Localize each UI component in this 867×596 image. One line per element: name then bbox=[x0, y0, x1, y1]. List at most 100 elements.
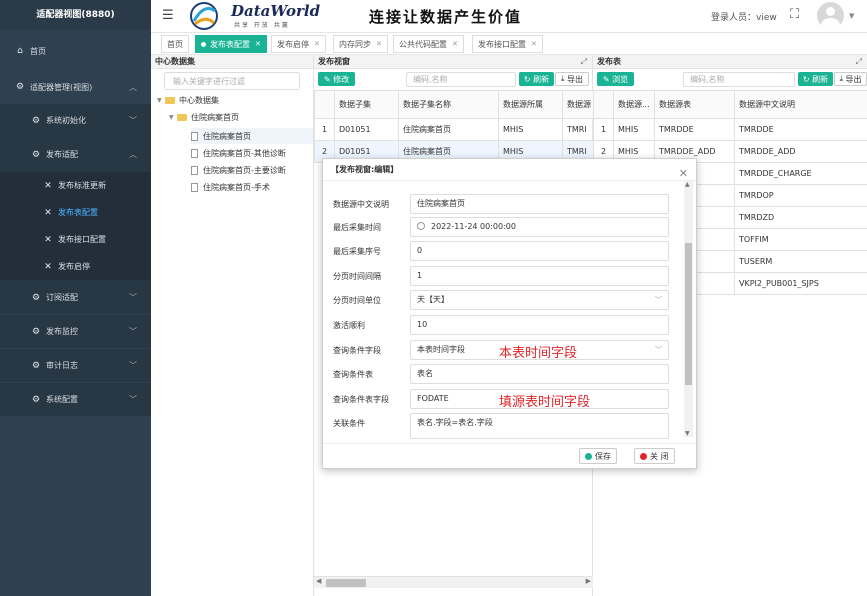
close-circle-icon bbox=[640, 452, 647, 460]
browse-icon: ✎ bbox=[602, 74, 613, 84]
annotation-table-time-field: 本表时间字段 bbox=[499, 346, 578, 361]
edit-dialog: 【发布视窗:编辑】 ✕ 数据源中文说明 住院病案首页 最后采集时间 2022-11… bbox=[322, 158, 697, 469]
tab-home[interactable]: 首页 bbox=[161, 35, 189, 53]
sidebar-item-publish-monitor[interactable]: ⚙ 发布监控 ﹀ bbox=[0, 315, 151, 348]
wrench-icon: ✕ bbox=[44, 234, 52, 245]
tab-publish-api-config[interactable]: 发布接口配置 ✕ bbox=[472, 35, 543, 53]
close-icon[interactable]: ✕ bbox=[314, 40, 320, 48]
close-icon[interactable]: ✕ bbox=[376, 40, 382, 48]
vertical-scrollbar[interactable]: ▲ ▼ bbox=[684, 181, 693, 437]
menu-toggle-icon[interactable]: ☰ bbox=[162, 8, 174, 23]
sidebar-item-publish-std-update[interactable]: ✕ 发布标准更新 bbox=[0, 172, 151, 199]
tab-memory-sync[interactable]: 内存同步 ✕ bbox=[333, 35, 388, 53]
panel-title: 中心数据集 bbox=[151, 55, 313, 69]
sidebar-item-publish-adapt[interactable]: ⚙ 发布适配 ︿ bbox=[0, 138, 151, 171]
export-button[interactable]: ⤓ 导出 bbox=[555, 72, 589, 86]
last-collect-seq-input[interactable]: 0 bbox=[410, 241, 669, 261]
close-icon[interactable]: ✕ bbox=[531, 40, 537, 48]
scroll-right-icon[interactable]: ▶ bbox=[586, 577, 591, 585]
caret-down-icon[interactable]: ▼ bbox=[169, 114, 177, 121]
wrench-icon: ✕ bbox=[44, 180, 52, 191]
chevron-up-icon: ︿ bbox=[129, 150, 137, 159]
app-title: 适配器视图(8880) bbox=[0, 0, 151, 30]
search-input[interactable] bbox=[683, 72, 795, 87]
expand-icon[interactable]: ⤢ bbox=[856, 55, 862, 69]
tree-leaf[interactable]: 住院病案首页-手术 bbox=[191, 179, 270, 195]
tree-leaf[interactable]: 住院病案首页-主要诊断 bbox=[191, 162, 286, 178]
avatar[interactable] bbox=[817, 2, 844, 29]
gear-icon: ⚙ bbox=[31, 326, 41, 337]
gear-icon: ⚙ bbox=[31, 149, 41, 160]
sidebar-item-sys-config[interactable]: ⚙ 系统配置 ﹀ bbox=[0, 383, 151, 416]
close-icon[interactable]: ✕ bbox=[452, 40, 458, 48]
edit-icon: ✎ bbox=[323, 74, 334, 84]
check-icon bbox=[585, 452, 592, 460]
sidebar-item-audit-log[interactable]: ⚙ 审计日志 ﹀ bbox=[0, 349, 151, 382]
expand-icon[interactable]: ⤢ bbox=[581, 55, 587, 69]
sidebar-item-publish-table-config[interactable]: ✕ 发布表配置 bbox=[0, 199, 151, 226]
table-row[interactable]: 1 D01051 住院病案首页 MHIS TMRI bbox=[314, 118, 594, 141]
close-icon[interactable]: ✕ bbox=[255, 40, 261, 48]
close-button[interactable]: 关 闭 bbox=[634, 448, 675, 464]
page-unit-select[interactable]: 天【天】 ﹀ bbox=[410, 290, 669, 310]
edit-button[interactable]: ✎ 修改 bbox=[318, 72, 355, 86]
search-input[interactable] bbox=[406, 72, 516, 87]
table-row[interactable]: 1 MHIS TMRDDE TMRDDE bbox=[593, 118, 867, 141]
sidebar-item-publish-start-stop[interactable]: ✕ 发布启停 bbox=[0, 253, 151, 280]
refresh-button[interactable]: ↻ 刷新 bbox=[519, 72, 554, 86]
tree-filter-input[interactable] bbox=[164, 72, 300, 90]
page-interval-input[interactable]: 1 bbox=[410, 266, 669, 286]
caret-down-icon[interactable]: ▼ bbox=[157, 97, 165, 104]
scroll-down-icon[interactable]: ▼ bbox=[685, 430, 690, 437]
activation-order-input[interactable]: 10 bbox=[410, 315, 669, 335]
join-condition-textarea[interactable]: 表名.字段=表名.字段 bbox=[410, 413, 669, 439]
tree-node-root[interactable]: ▼ 中心数据集 bbox=[157, 95, 219, 106]
header: ☰ DataWorld 共享 开放 共赢 连接让数据产生价值 登录人员：view… bbox=[151, 0, 867, 33]
tab-public-code-config[interactable]: 公共代码配置 ✕ bbox=[393, 35, 464, 53]
query-table-input[interactable]: 表名 bbox=[410, 364, 669, 384]
table-header: 数据子集 数据子集名称 数据源所属 数据源 bbox=[314, 90, 594, 119]
form-row: 分页时间间隔 1 bbox=[323, 265, 683, 289]
chevron-down-icon: ﹀ bbox=[129, 116, 137, 125]
wrench-icon: ✕ bbox=[44, 207, 52, 218]
sidebar-item-home[interactable]: ⌂ 首页 bbox=[0, 34, 151, 68]
dialog-footer: 保存 关 闭 bbox=[323, 443, 696, 469]
tabs-bar: 首页 发布表配置 ✕ 发布启停 ✕ 内存同步 ✕ 公共代码配置 ✕ 发布接口配置 ✕ bbox=[151, 33, 867, 55]
scroll-left-icon[interactable]: ◀ bbox=[316, 577, 321, 585]
browse-button[interactable]: ✎ 浏览 bbox=[597, 72, 634, 86]
tree-leaf[interactable]: 住院病案首页-其他诊断 bbox=[191, 145, 286, 161]
form-row: 关联条件 表名.字段=表名.字段 bbox=[323, 412, 683, 439]
sidebar-item-sys-init[interactable]: ⚙ 系统初始化 ﹀ bbox=[0, 104, 151, 137]
fullscreen-icon[interactable]: ⛶ bbox=[790, 7, 799, 22]
save-button[interactable]: 保存 bbox=[579, 448, 617, 464]
gear-icon: ⚙ bbox=[31, 292, 41, 303]
folder-icon bbox=[177, 114, 187, 121]
sidebar-item-publish-api-config[interactable]: ✕ 发布接口配置 bbox=[0, 226, 151, 253]
form-row: 分页时间单位 天【天】 ﹀ bbox=[323, 289, 683, 313]
scroll-up-icon[interactable]: ▲ bbox=[685, 181, 690, 188]
last-collect-time-picker[interactable]: 2022-11-24 00:00:00 bbox=[410, 217, 669, 237]
document-icon bbox=[191, 131, 198, 141]
tab-publish-start-stop[interactable]: 发布启停 ✕ bbox=[271, 35, 326, 53]
form-row: 最后采集序号 0 bbox=[323, 240, 683, 264]
sidebar-item-subscribe-adapt[interactable]: ⚙ 订阅适配 ﹀ bbox=[0, 281, 151, 314]
export-button[interactable]: ⤓ 导出 bbox=[834, 72, 867, 86]
gear-icon: ⚙ bbox=[31, 394, 41, 405]
dialog-title: 【发布视窗:编辑】 ✕ bbox=[323, 159, 696, 181]
refresh-button[interactable]: ↻ 刷新 bbox=[798, 72, 833, 86]
horizontal-scrollbar[interactable]: ◀ ▶ bbox=[314, 576, 593, 588]
tree-node-child[interactable]: ▼ 住院病案首页 bbox=[169, 112, 239, 123]
sidebar-item-adapter-mgmt[interactable]: ⚙ 适配器管理(视图) ︿ bbox=[0, 70, 151, 104]
logo-title: DataWorld bbox=[231, 2, 321, 20]
source-desc-input[interactable]: 住院病案首页 bbox=[410, 194, 669, 214]
publish-window-table: 数据子集 数据子集名称 数据源所属 数据源 1 D01051 住院病案首页 MH… bbox=[314, 90, 594, 163]
tab-publish-table-config[interactable]: 发布表配置 ✕ bbox=[195, 35, 267, 53]
tree-leaf[interactable]: 住院病案首页 bbox=[191, 128, 313, 144]
home-icon: ⌂ bbox=[17, 46, 23, 56]
document-icon bbox=[191, 165, 198, 175]
chevron-down-icon: ﹀ bbox=[129, 361, 137, 370]
chevron-down-icon: ﹀ bbox=[129, 293, 137, 302]
chevron-down-icon: ﹀ bbox=[129, 327, 137, 336]
clock-icon bbox=[417, 222, 425, 230]
caret-down-icon[interactable]: ▼ bbox=[849, 12, 854, 20]
